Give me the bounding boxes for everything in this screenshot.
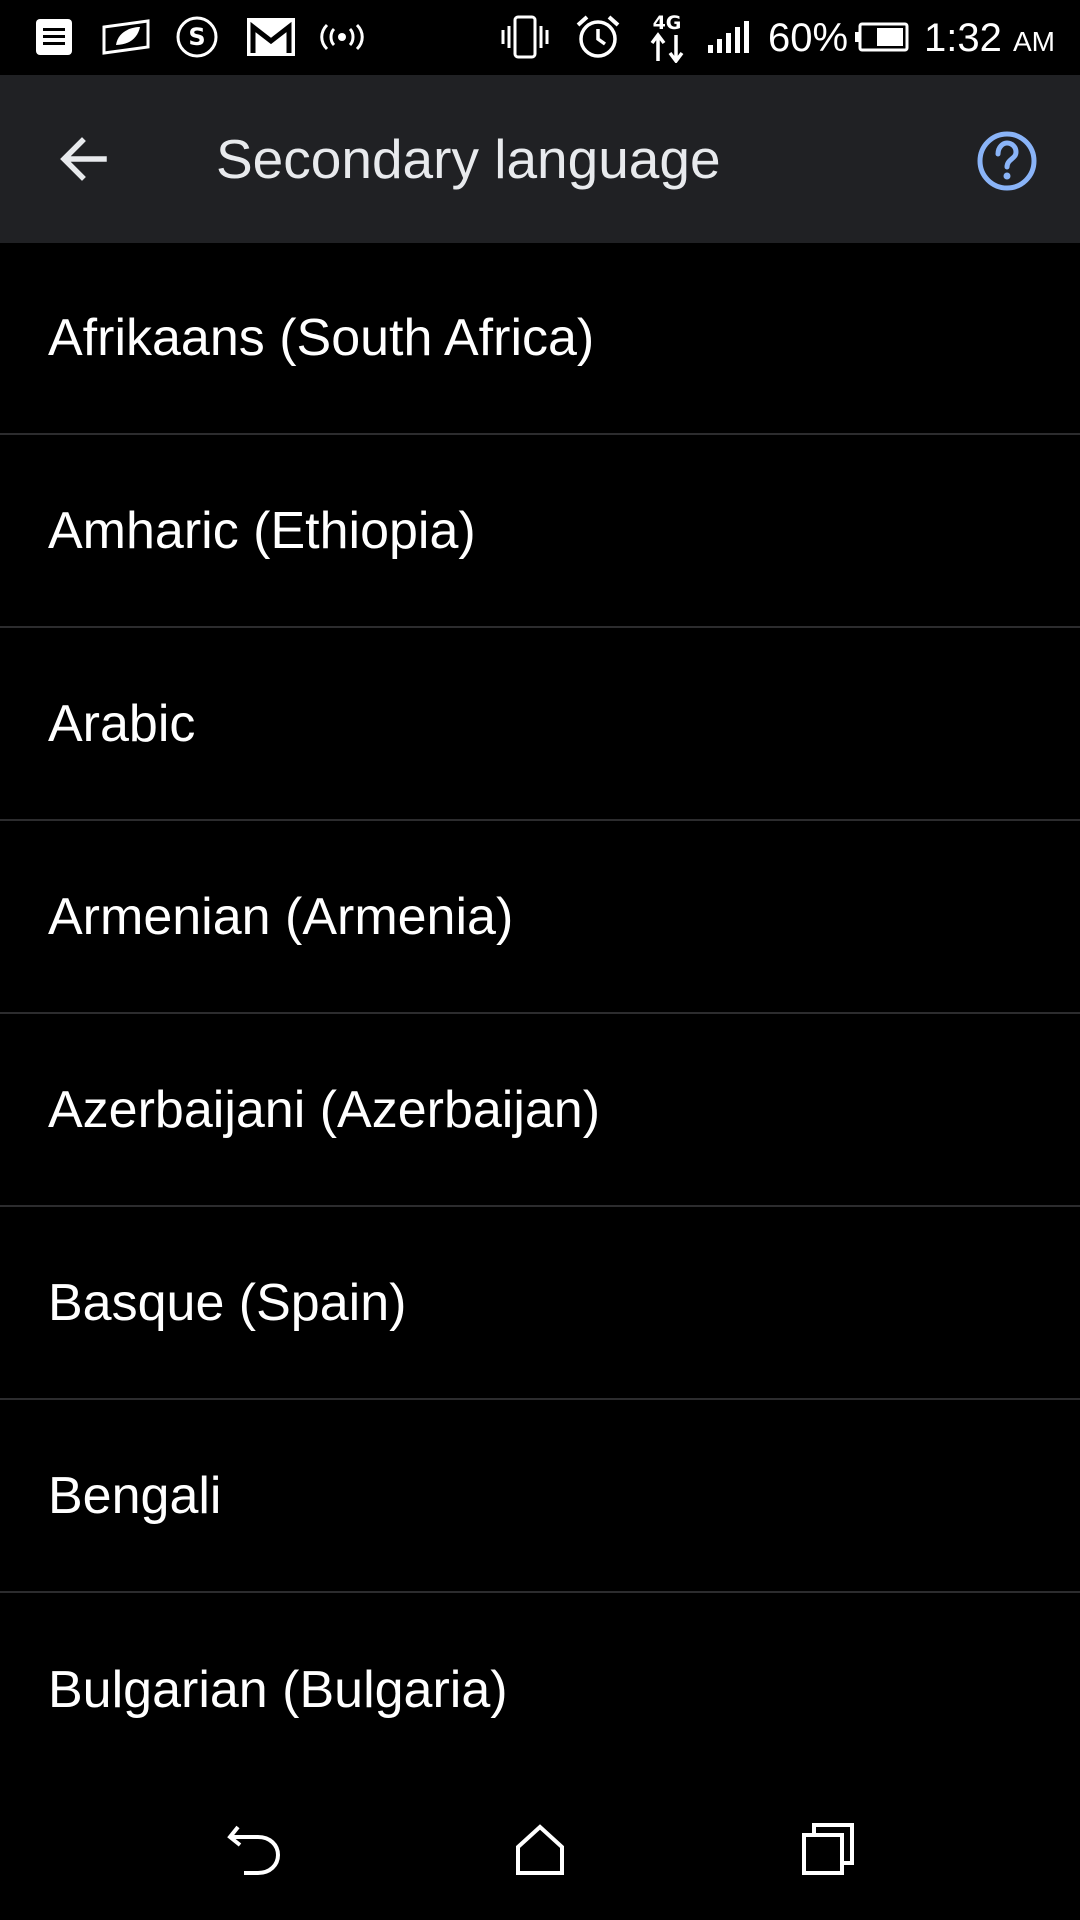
nav-back-button[interactable] [204,1804,304,1894]
vibrate-icon [500,12,550,62]
svg-text:S: S [188,23,205,51]
list-item-label: Azerbaijani (Azerbaijan) [48,1080,601,1139]
nav-recents-button[interactable] [778,1804,878,1894]
battery-percent: 60% [768,16,849,60]
nav-back-icon [227,1825,281,1875]
network-label: 4G [653,12,682,34]
4g-data-icon: 4G [644,12,690,63]
list-item-amharic[interactable]: Amharic (Ethiopia) [0,435,1080,628]
list-item-arabic[interactable]: Arabic [0,628,1080,821]
list-item-label: Bulgarian (Bulgaria) [48,1660,508,1719]
signal-icon [706,12,754,62]
broadcast-icon [318,12,366,62]
alarm-icon [574,12,622,62]
list-item-label: Bengali [48,1466,222,1525]
battery-icon [854,12,910,62]
gmail-icon [244,12,298,62]
nav-home-button[interactable] [490,1804,590,1894]
navigation-bar [0,1778,1080,1920]
status-bar: S 4G 60% 1:32 AM [0,0,1080,75]
list-item-afrikaans[interactable]: Afrikaans (South Africa) [0,243,1080,435]
list-item-azerbaijani[interactable]: Azerbaijani (Azerbaijan) [0,1014,1080,1207]
list-item-label: Afrikaans (South Africa) [48,309,595,367]
help-button[interactable] [974,128,1040,194]
list-item-label: Basque (Spain) [48,1273,407,1332]
clock: 1:32 AM [924,10,1055,70]
clock-ampm: AM [1012,26,1055,57]
language-list: Afrikaans (South Africa) Amharic (Ethiop… [0,243,1080,1786]
back-button[interactable] [48,123,120,195]
notes-icon [34,12,74,62]
list-item-label: Amharic (Ethiopia) [48,501,476,560]
list-item-label: Arabic [48,694,196,753]
list-item-bulgarian[interactable]: Bulgarian (Bulgaria) [0,1593,1080,1786]
list-item-basque[interactable]: Basque (Spain) [0,1207,1080,1400]
arrow-back-icon [60,137,107,181]
recents-icon [802,1823,854,1875]
list-item-label: Armenian (Armenia) [48,887,514,946]
home-icon [516,1824,564,1875]
leaf-card-icon [98,12,154,62]
list-item-bengali[interactable]: Bengali [0,1400,1080,1593]
help-circle-icon [977,131,1037,191]
clock-time: 1:32 [924,16,1002,60]
s-coin-icon: S [174,12,220,62]
page-title: Secondary language [216,128,721,190]
list-item-armenian[interactable]: Armenian (Armenia) [0,821,1080,1014]
